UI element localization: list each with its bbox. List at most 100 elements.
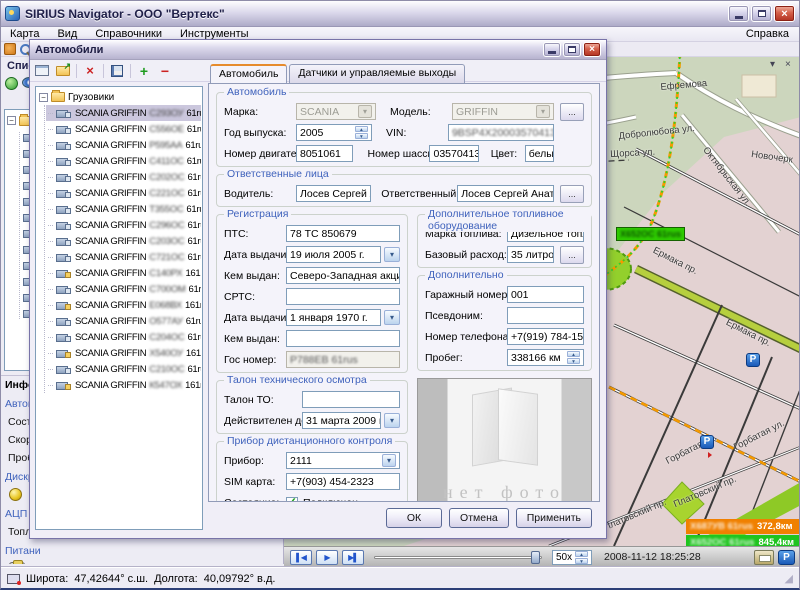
tree-item-vehicle[interactable]: SCANIA GRIFFIN С293ОУ 61rus	[46, 105, 201, 121]
parking-layer-button[interactable]: P	[778, 550, 795, 565]
phone-number-input[interactable]: +7(919) 784-1502	[507, 328, 584, 345]
tree-item-vehicle[interactable]: SCANIA GRIFFIN С296ОС 61rus	[46, 217, 201, 233]
dialog-minimize-button[interactable]	[543, 42, 561, 57]
minimize-button[interactable]	[728, 5, 749, 22]
responsible-combo[interactable]: Лосев Сергей Анатоль▾	[457, 185, 554, 202]
cancel-button[interactable]: Отмена	[449, 508, 509, 528]
ticket-input[interactable]	[302, 391, 400, 408]
slider-track[interactable]	[374, 556, 542, 559]
timeline-slider[interactable]	[374, 550, 542, 565]
vehicle-card-button[interactable]	[34, 64, 50, 78]
slider-thumb[interactable]	[531, 551, 540, 564]
spinner-arrows: ▴▾	[575, 551, 588, 564]
dialog-close-button[interactable]: ×	[583, 42, 601, 57]
garage-number-input[interactable]: 001	[507, 286, 584, 303]
sim-card-input[interactable]: +7(903) 454-2323	[286, 473, 400, 490]
base-consumption-spinner[interactable]: 35 литров ▴▾	[507, 246, 554, 263]
window-titlebar[interactable]: SIRIUS Navigator - ООО "Вертекс" ×	[1, 1, 799, 27]
tree-item-vehicle[interactable]: SCANIA GRIFFIN Т355ОС 61rus	[46, 201, 201, 217]
pts-issuer-input[interactable]: Северо-Западная акцизная т	[286, 267, 400, 284]
marka-combo[interactable]: SCANIA▾	[296, 103, 376, 120]
srts-date-picker[interactable]: 1 января 1970 г.	[286, 309, 381, 326]
menu-help[interactable]: Справка	[736, 27, 799, 41]
parking-marker[interactable]: P	[700, 435, 714, 449]
dialog-restore-button[interactable]	[563, 42, 581, 57]
chevron-down-icon[interactable]: ▾	[384, 247, 400, 262]
connected-label: Подключен	[303, 497, 358, 503]
chevron-down-icon[interactable]: ▾	[384, 413, 400, 428]
vehicle-tree[interactable]: − Грузовики SCANIA GRIFFIN С293ОУ 61rus	[35, 86, 203, 530]
play-button[interactable]: ▶	[316, 550, 338, 565]
restore-button[interactable]	[751, 5, 772, 22]
map-close-icon[interactable]: ×	[785, 60, 791, 70]
tree-root-row[interactable]: − Грузовики	[37, 89, 201, 105]
tree-item-vehicle[interactable]: SCANIA GRIFFIN С140РХ 161rus	[46, 265, 201, 281]
color-input[interactable]: белый	[525, 145, 554, 162]
snapshot-button[interactable]	[754, 550, 774, 565]
dialog-titlebar[interactable]: Автомобили ×	[30, 40, 606, 60]
tree-item-vehicle[interactable]: SCANIA GRIFFIN С210ОС 61rus	[46, 361, 201, 377]
dialog-title: Автомобили	[35, 44, 103, 56]
tree-item-vehicle[interactable]: SCANIA GRIFFIN С203ОС 61rus	[46, 233, 201, 249]
fuel-browse-button[interactable]: ...	[560, 246, 584, 264]
resize-grip[interactable]: ◢	[785, 572, 793, 585]
tree-item-vehicle[interactable]: SCANIA GRIFFIN О577АУ 61rus	[46, 313, 201, 329]
status-bar: Широта: 47,42644° с.ш. Долгота: 40,09792…	[1, 567, 799, 589]
group-registration: Регистрация ПТС: 78 ТС 850679 Дата выдач…	[216, 214, 408, 373]
tree-item-vehicle[interactable]: SCANIA GRIFFIN С411ОС 61rus	[46, 153, 201, 169]
ok-button[interactable]: ОК	[386, 508, 442, 528]
chassis-number-input[interactable]: 03570413	[429, 145, 478, 162]
pan-tool-icon[interactable]	[4, 43, 16, 55]
skip-end-button[interactable]: ▶▌	[342, 550, 364, 565]
mileage-spinner[interactable]: 338166 км ▴▾	[507, 349, 584, 366]
engine-number-input[interactable]: 8051061	[296, 145, 353, 162]
tree-item-vehicle[interactable]: SCANIA GRIFFIN С700ОМ 61rus	[46, 281, 201, 297]
parking-marker[interactable]: P	[746, 353, 760, 367]
persons-browse-button[interactable]: ...	[560, 185, 584, 203]
tree-item-vehicle[interactable]: SCANIA GRIFFIN Е068ВХ 161rus	[46, 297, 201, 313]
remove-button[interactable]: −	[157, 64, 173, 78]
device-combo[interactable]: 2111▾	[286, 452, 400, 469]
srts-input[interactable]	[286, 288, 400, 305]
vin-input[interactable]: 9BSP4X20003570413	[448, 124, 554, 141]
no-photo-label: нет фото	[418, 482, 591, 502]
tab-sensors[interactable]: Датчики и управляемые выходы	[289, 64, 465, 83]
tree-item-vehicle[interactable]: SCANIA GRIFFIN К547ОХ 161rus	[46, 377, 201, 393]
driver-combo[interactable]: Лосев Сергей Анатоль▾	[296, 185, 371, 202]
tree-collapse-icon[interactable]: −	[7, 116, 16, 125]
apply-button[interactable]: Применить	[516, 508, 592, 528]
delete-button[interactable]: ×	[82, 64, 98, 78]
chevron-down-icon[interactable]: ▾	[384, 310, 400, 325]
speed-input[interactable]: 50x ▴▾	[552, 550, 592, 565]
model-browse-button[interactable]: ...	[560, 103, 584, 121]
close-button[interactable]: ×	[774, 5, 795, 22]
srts-issuer-input[interactable]	[286, 330, 400, 347]
tree-item-vehicle[interactable]: SCANIA GRIFFIN С721ОС 61rus	[46, 249, 201, 265]
pts-date-picker[interactable]: 19 июля 2005 г.	[286, 246, 381, 263]
pts-input[interactable]: 78 ТС 850679	[286, 225, 400, 242]
folder-icon	[51, 92, 65, 102]
year-spinner[interactable]: 2005 ▴▾	[296, 124, 372, 141]
nickname-input[interactable]	[507, 307, 584, 324]
chevron-down-icon: ▾	[536, 105, 550, 118]
save-button[interactable]	[109, 64, 125, 78]
globe-icon[interactable]	[5, 77, 18, 90]
tree-item-vehicle[interactable]: SCANIA GRIFFIN С221ОС 61rus	[46, 185, 201, 201]
tree-item-vehicle[interactable]: SCANIA GRIFFIN С556ОЕ 61rus	[46, 121, 201, 137]
add-button[interactable]: +	[136, 64, 152, 78]
tree-item-vehicle[interactable]: SCANIA GRIFFIN Х540ОУ 161rus	[46, 345, 201, 361]
street-label: Щорса ул.	[610, 147, 655, 160]
add-group-button[interactable]	[55, 64, 71, 78]
connected-checkbox[interactable]	[286, 497, 298, 503]
tree-item-vehicle[interactable]: SCANIA GRIFFIN С202ОС 61rus	[46, 169, 201, 185]
model-combo[interactable]: GRIFFIN▾	[452, 103, 554, 120]
tree-collapse-icon[interactable]: −	[39, 93, 48, 102]
map-dropdown-icon[interactable]: ▾	[770, 60, 775, 70]
tab-vehicle[interactable]: Автомобиль	[210, 64, 287, 83]
tree-item-vehicle[interactable]: SCANIA GRIFFIN Р595АА 61rus	[46, 137, 201, 153]
ticket-valid-date-picker[interactable]: 31 марта 2009 г.	[302, 412, 381, 429]
track-plate: Х687УВ 61rus	[690, 521, 753, 532]
tree-item-vehicle[interactable]: SCANIA GRIFFIN С204ОС 61rus	[46, 329, 201, 345]
skip-start-button[interactable]: ▌◀	[290, 550, 312, 565]
vehicle-map-label[interactable]: Х652ОС 61rus	[616, 227, 685, 241]
